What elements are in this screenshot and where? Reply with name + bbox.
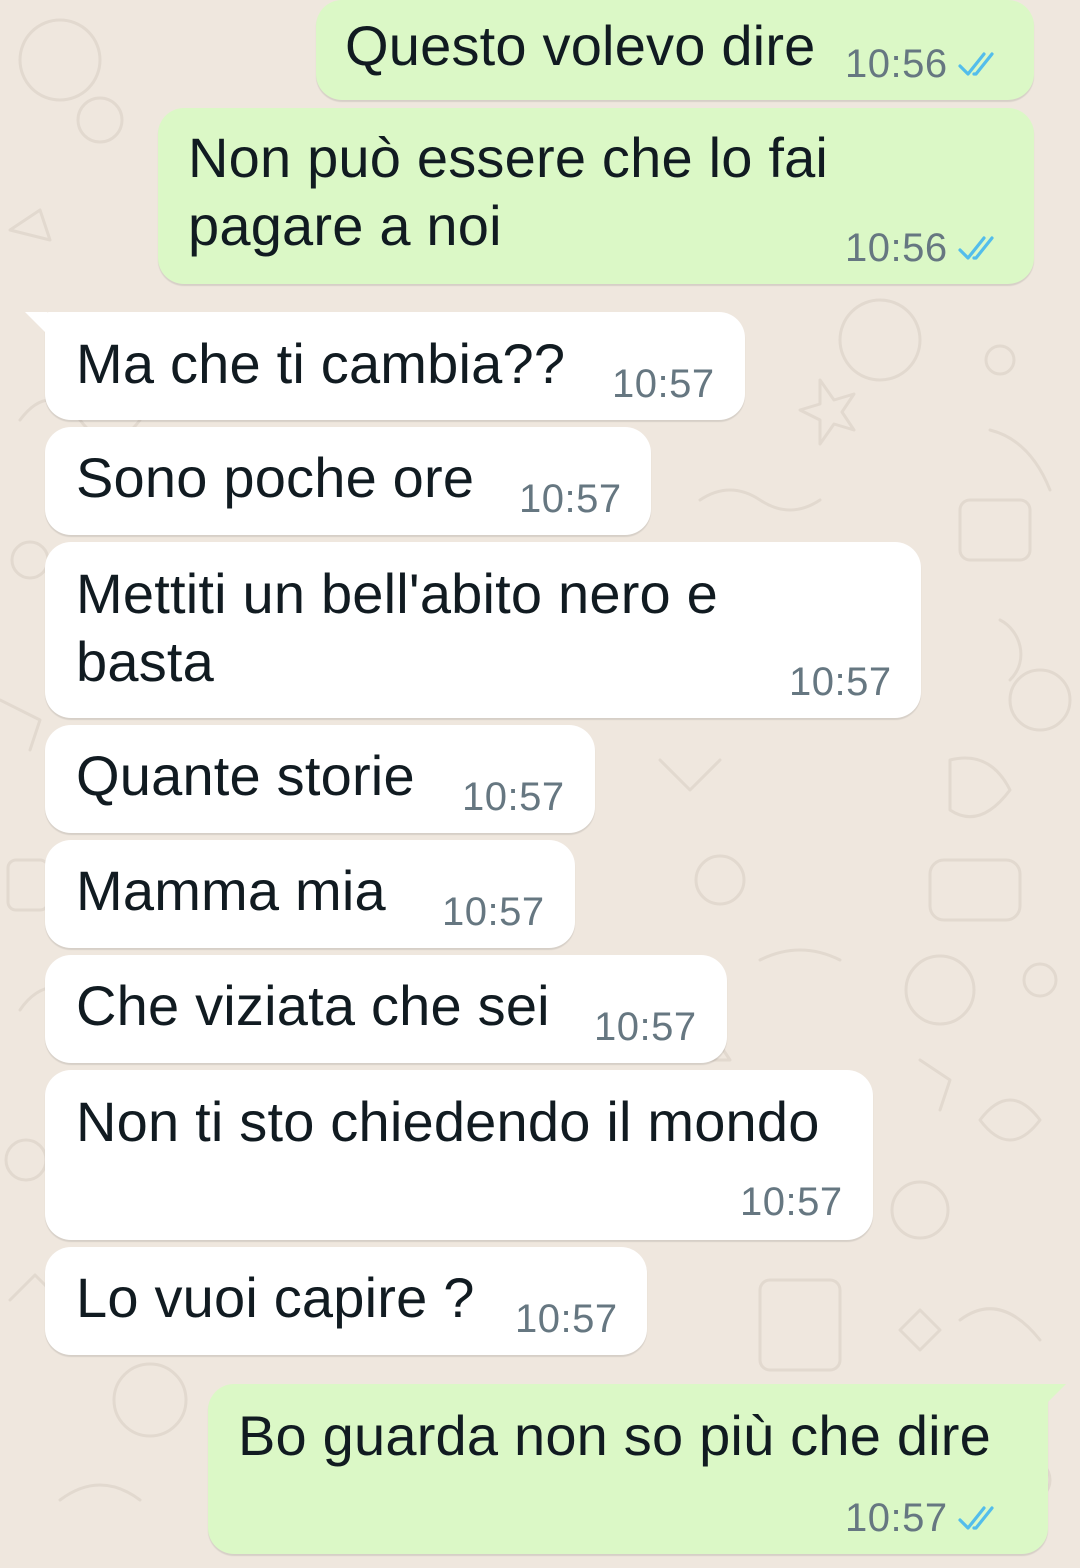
message-text: Quante storie <box>76 744 415 807</box>
message-meta: 10:57 <box>612 362 715 406</box>
message-text: Questo volevo dire <box>345 14 816 77</box>
message-meta: 10:56 <box>845 42 1002 86</box>
message-timestamp: 10:57 <box>519 477 622 521</box>
message-timestamp: 10:57 <box>442 890 545 934</box>
message-meta: 10:57 <box>515 1297 618 1341</box>
message-text: Che viziata che sei <box>76 974 550 1037</box>
message-text: Mamma mia <box>76 859 386 922</box>
bubble-tail <box>25 312 47 334</box>
message-text: Lo vuoi capire ? <box>76 1266 475 1329</box>
message-meta: 10:57 <box>740 1180 843 1224</box>
message-timestamp: 10:57 <box>740 1180 843 1224</box>
message-meta: 10:57 <box>462 775 565 819</box>
message-timestamp: 10:57 <box>462 775 565 819</box>
bubble-tail <box>1044 1384 1066 1406</box>
message-text: Non può essere che lo fai pagare a noi <box>188 126 829 257</box>
message-meta: 10:57 <box>789 660 892 704</box>
message-timestamp: 10:57 <box>845 1496 948 1540</box>
double-check-icon <box>958 1506 994 1530</box>
message-text: Bo guarda non so più che dire <box>238 1404 991 1467</box>
message-text: Ma che ti cambia?? <box>76 332 566 395</box>
message-meta: 10:57 <box>594 1005 697 1049</box>
message-meta: 10:57 <box>442 890 545 934</box>
double-check-icon <box>958 236 994 260</box>
message-timestamp: 10:57 <box>515 1297 618 1341</box>
message-timestamp: 10:56 <box>845 226 948 270</box>
message-timestamp: 10:57 <box>594 1005 697 1049</box>
message-text: Mettiti un bell'abito nero e basta <box>76 562 718 693</box>
message-meta: 10:56 <box>845 226 1002 270</box>
double-check-icon <box>958 52 994 76</box>
message-meta: 10:57 <box>845 1496 1002 1540</box>
message-timestamp: 10:57 <box>789 660 892 704</box>
message-timestamp: 10:57 <box>612 362 715 406</box>
message-meta: 10:57 <box>519 477 622 521</box>
message-timestamp: 10:56 <box>845 42 948 86</box>
message-text: Sono poche ore <box>76 446 475 509</box>
message-text: Non ti sto chiedendo il mondo <box>76 1090 820 1153</box>
